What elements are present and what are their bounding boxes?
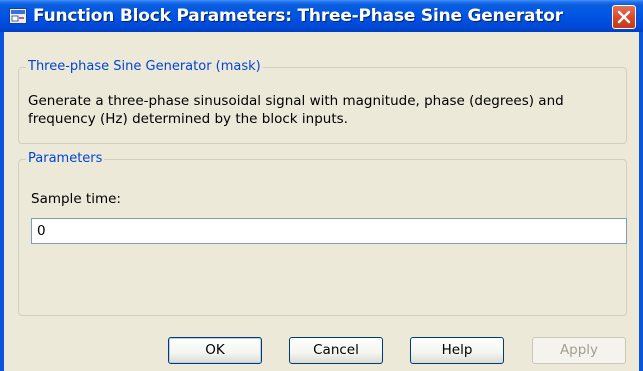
simulink-block-icon: [9, 8, 27, 24]
close-button[interactable]: [612, 5, 636, 29]
help-button[interactable]: Help: [410, 337, 504, 364]
title-bar[interactable]: Function Block Parameters: Three-Phase S…: [0, 0, 643, 32]
window-title: Function Block Parameters: Three-Phase S…: [33, 6, 563, 26]
mask-description-text: Generate a three-phase sinusoidal signal…: [28, 93, 564, 127]
mask-group-title: Three-phase Sine Generator (mask): [26, 59, 263, 74]
cancel-button[interactable]: Cancel: [289, 337, 383, 364]
sample-time-label: Sample time:: [31, 191, 121, 207]
window-frame-right: [639, 32, 643, 371]
sample-time-input[interactable]: [31, 218, 627, 244]
parameters-group-title: Parameters: [26, 151, 105, 166]
ok-button[interactable]: OK: [168, 337, 262, 364]
dialog-window: Function Block Parameters: Three-Phase S…: [0, 0, 643, 371]
window-frame-left: [0, 32, 4, 371]
apply-button[interactable]: Apply: [532, 337, 626, 364]
